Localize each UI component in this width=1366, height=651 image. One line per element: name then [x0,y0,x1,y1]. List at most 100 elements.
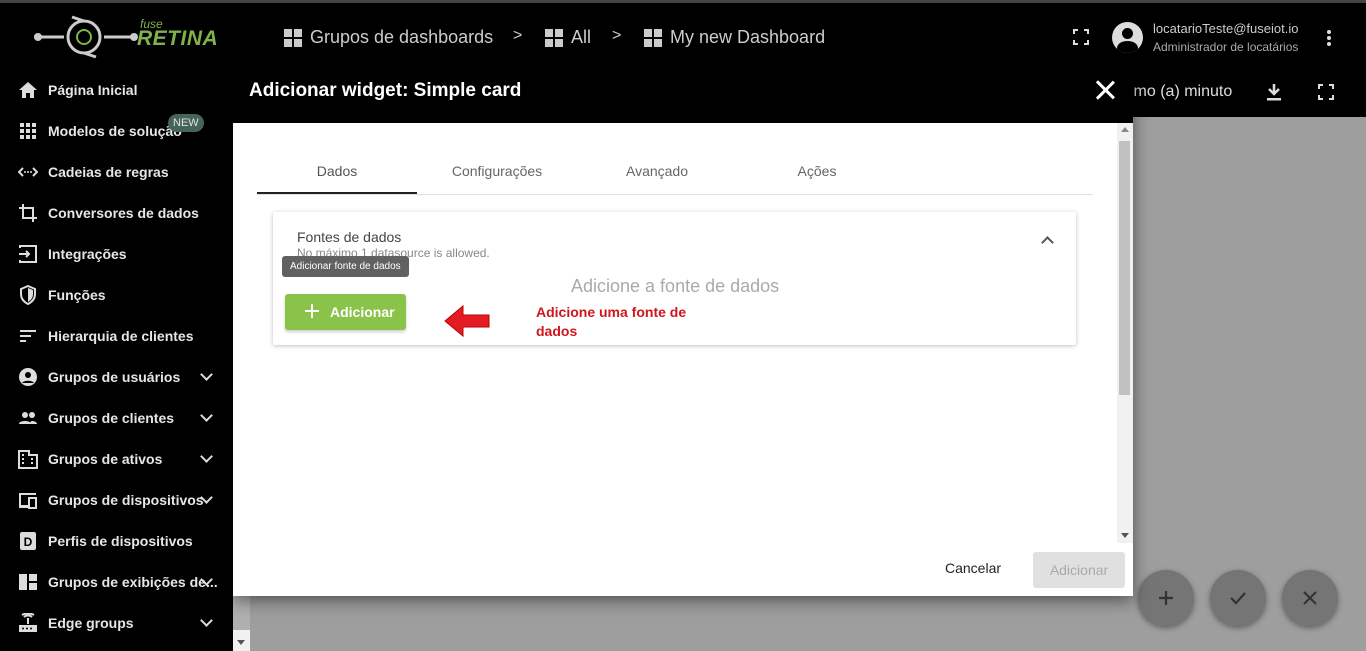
breadcrumb-label: Grupos de dashboards [310,27,494,47]
chevron-down-icon[interactable] [200,368,213,381]
breadcrumb-current-dashboard[interactable]: My new Dashboard [644,27,825,48]
sort-icon [20,330,36,342]
add-widget-submit-button[interactable]: Adicionar [1033,552,1125,588]
tab-data[interactable]: Dados [257,150,417,194]
domain-icon [18,450,38,469]
sidebar: Página Inicial Modelos de solução NEW Ca… [0,70,233,651]
breadcrumb-label: All [571,27,592,47]
sidebar-item-rule-chains[interactable]: Cadeias de regras [0,152,233,192]
svg-text:D: D [24,535,33,549]
dashboard-icon [545,28,563,47]
save-fab[interactable] [1210,570,1266,626]
chevron-up-icon[interactable] [1041,236,1054,249]
chevron-down-icon[interactable] [200,450,213,463]
chevron-down-icon[interactable] [200,614,213,627]
code-arrows-icon [18,167,38,177]
fullscreen-icon[interactable] [1318,84,1334,100]
people-icon [19,412,37,424]
sidebar-item-user-groups[interactable]: Grupos de usuários [0,357,233,397]
datasources-empty-text: Adicione a fonte de dados [571,276,780,296]
dashboard-icon [19,574,37,590]
sidebar-item-label: Edge groups [48,615,134,631]
sidebar-item-label: Integrações [48,246,127,262]
red-arrow-annotation-icon [444,304,490,338]
devices-icon [19,493,37,509]
close-icon [1303,591,1317,605]
plus-icon [305,304,319,318]
sidebar-item-dashboard-groups[interactable]: Grupos de exibições de... [0,562,233,602]
sidebar-item-label: Modelos de solução [48,123,182,139]
sidebar-item-integrations[interactable]: Integrações [0,234,233,274]
download-icon[interactable] [1266,83,1282,101]
home-icon [19,82,37,98]
more-vert-icon[interactable] [1327,30,1331,46]
account-circle-icon [19,368,37,386]
cancel-button[interactable]: Cancelar [945,560,1001,576]
sidebar-item-edge-groups[interactable]: Edge groups [0,603,233,643]
sidebar-item-label: Grupos de clientes [48,410,175,426]
datasources-title: Fontes de dados [297,229,402,245]
sidebar-item-label: Perfis de dispositivos [48,533,193,549]
user-avatar[interactable] [1112,22,1143,53]
timewindow-text[interactable]: imo (a) minuto [1130,83,1232,101]
scroll-up-arrow[interactable] [1121,127,1129,132]
breadcrumb-all[interactable]: All [545,27,591,48]
user-email: locatarioTeste@fuseiot.io [1153,21,1299,36]
sidebar-item-label: Cadeias de regras [48,164,169,180]
scroll-down-arrow[interactable] [1121,533,1129,538]
logo-retina-text: RETINA [137,27,219,50]
sidebar-item-label: Grupos de ativos [48,451,163,467]
router-icon [19,613,37,632]
sidebar-item-customer-hierarchy[interactable]: Hierarquia de clientes [0,316,233,356]
add-datasource-label: Adicionar [330,304,395,320]
sidebar-item-label: Hierarquia de clientes [48,328,194,344]
add-widget-dialog: Adicionar widget: Simple card Dados Conf… [233,60,1133,596]
breadcrumb-label: My new Dashboard [670,27,826,47]
sidebar-item-asset-groups[interactable]: Grupos de ativos [0,439,233,479]
chevron-down-icon[interactable] [200,409,213,422]
sidebar-item-label: Funções [48,287,106,303]
add-datasource-button[interactable]: Adicionar [285,294,406,330]
plus-icon [1159,591,1173,605]
annotation-text: Adicione uma fonte de dados [536,304,687,339]
crop-icon [19,204,37,222]
close-icon[interactable] [1095,80,1115,100]
dialog-tabs: Dados Configurações Avançado Ações [257,150,1093,195]
sidebar-item-data-converters[interactable]: Conversores de dados [0,193,233,233]
dashboard-icon [284,28,302,47]
cancel-fab[interactable] [1282,570,1338,626]
scroll-thumb[interactable] [1119,141,1130,395]
sidebar-item-device-profiles[interactable]: D Perfis de dispositivos [0,521,233,561]
fullscreen-icon[interactable] [1073,29,1089,45]
dialog-header: Adicionar widget: Simple card [233,60,1133,123]
sidebar-item-roles[interactable]: Funções [0,275,233,315]
dialog-scrollbar[interactable] [1117,123,1133,543]
tab-actions[interactable]: Ações [737,150,897,194]
sidebar-item-label: Grupos de dispositivos [48,492,204,508]
check-icon [1230,592,1246,605]
tab-advanced[interactable]: Avançado [577,150,737,194]
breadcrumb-separator: > [513,27,523,44]
dialog-title: Adicionar widget: Simple card [249,80,522,101]
apps-icon [20,123,36,139]
logo-circuit-icon [34,15,138,59]
d-box-icon: D [20,532,36,550]
sidebar-scroll-down[interactable] [233,630,250,651]
new-badge: NEW [168,114,204,132]
dashboard-icon [644,28,662,47]
sidebar-item-customer-groups[interactable]: Grupos de clientes [0,398,233,438]
sidebar-item-label: Grupos de exibições de... [48,574,218,590]
sidebar-item-label: Página Inicial [48,82,138,98]
add-datasource-tooltip: Adicionar fonte de dados [282,256,409,277]
breadcrumb-dashboard-groups[interactable]: Grupos de dashboards [284,27,493,48]
user-role: Administrador de locatários [1153,40,1299,54]
input-icon [19,245,37,263]
breadcrumb-separator: > [612,27,622,44]
shield-icon [20,285,36,305]
tab-settings[interactable]: Configurações [417,150,577,194]
sidebar-item-label: Grupos de usuários [48,369,181,385]
sidebar-item-home[interactable]: Página Inicial [0,70,233,110]
sidebar-item-device-groups[interactable]: Grupos de dispositivos [0,480,233,520]
sidebar-item-label: Conversores de dados [48,205,199,221]
add-widget-fab[interactable] [1138,570,1194,626]
